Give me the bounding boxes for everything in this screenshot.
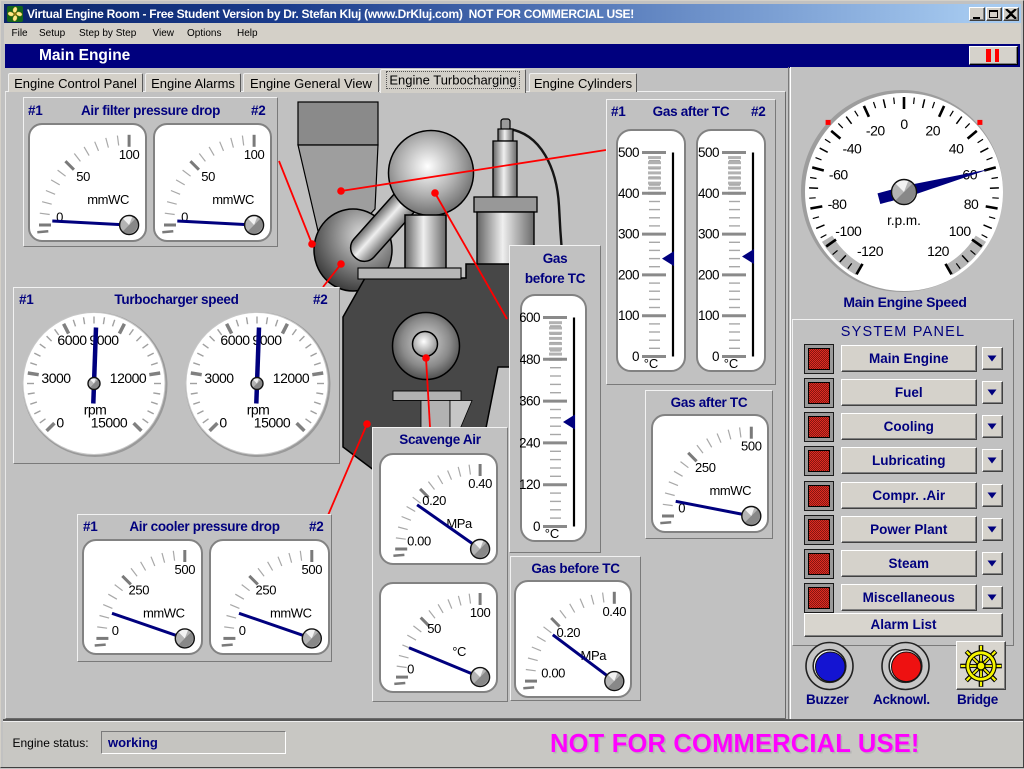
svg-text:0: 0 xyxy=(111,623,118,638)
svg-text:480: 480 xyxy=(520,351,540,366)
svg-text:0: 0 xyxy=(533,519,540,534)
svg-text:-120: -120 xyxy=(857,243,884,259)
svg-text:-60: -60 xyxy=(829,166,848,182)
svg-text:0: 0 xyxy=(219,415,227,431)
svg-text:0: 0 xyxy=(239,623,246,638)
svg-text:°C: °C xyxy=(644,356,659,371)
svg-text:15000: 15000 xyxy=(254,415,291,431)
svg-text:500: 500 xyxy=(618,145,639,160)
svg-text:100: 100 xyxy=(470,605,491,620)
svg-text:500: 500 xyxy=(302,562,323,577)
svg-text:300: 300 xyxy=(618,226,639,241)
svg-text:°C: °C xyxy=(452,644,466,659)
svg-text:0.20: 0.20 xyxy=(422,493,446,508)
svg-text:200: 200 xyxy=(618,267,639,282)
svg-text:0: 0 xyxy=(900,116,908,132)
svg-text:250: 250 xyxy=(128,582,149,597)
svg-text:mmWC: mmWC xyxy=(270,605,312,620)
svg-text:200: 200 xyxy=(698,267,719,282)
svg-text:80: 80 xyxy=(964,196,979,212)
svg-text:6000: 6000 xyxy=(220,332,250,348)
svg-text:0.40: 0.40 xyxy=(602,604,626,619)
svg-text:-40: -40 xyxy=(843,140,862,156)
svg-text:mmWC: mmWC xyxy=(212,192,254,207)
svg-text:500: 500 xyxy=(174,562,195,577)
svg-text:50: 50 xyxy=(201,169,215,184)
svg-text:0.00: 0.00 xyxy=(407,534,431,549)
svg-text:120: 120 xyxy=(927,243,950,259)
svg-text:600: 600 xyxy=(520,310,540,325)
svg-text:r.p.m.: r.p.m. xyxy=(887,213,921,228)
svg-text:MPa: MPa xyxy=(581,648,608,663)
svg-text:0: 0 xyxy=(407,662,414,677)
svg-text:100: 100 xyxy=(949,223,972,239)
svg-text:-100: -100 xyxy=(835,223,862,239)
svg-text:12000: 12000 xyxy=(110,370,147,386)
svg-text:0: 0 xyxy=(712,349,719,364)
svg-text:6000: 6000 xyxy=(57,332,87,348)
svg-text:100: 100 xyxy=(618,308,639,323)
svg-text:3000: 3000 xyxy=(41,370,71,386)
svg-text:100: 100 xyxy=(118,146,139,161)
svg-text:50: 50 xyxy=(427,621,441,636)
svg-text:0.40: 0.40 xyxy=(468,476,492,491)
svg-text:12000: 12000 xyxy=(273,370,310,386)
svg-text:300: 300 xyxy=(698,226,719,241)
svg-text:0: 0 xyxy=(56,415,64,431)
svg-text:50: 50 xyxy=(76,169,90,184)
svg-text:mmWC: mmWC xyxy=(87,192,129,207)
svg-text:0.00: 0.00 xyxy=(541,666,565,681)
svg-text:°C: °C xyxy=(724,356,739,371)
svg-text:40: 40 xyxy=(949,140,964,156)
svg-text:500: 500 xyxy=(741,439,762,454)
svg-text:250: 250 xyxy=(256,582,277,597)
svg-text:°C: °C xyxy=(545,526,560,541)
svg-text:500: 500 xyxy=(698,145,719,160)
svg-text:0.20: 0.20 xyxy=(556,625,580,640)
svg-text:250: 250 xyxy=(695,460,716,475)
svg-text:-20: -20 xyxy=(866,122,885,138)
svg-text:240: 240 xyxy=(520,435,540,450)
svg-text:400: 400 xyxy=(618,185,639,200)
svg-text:3000: 3000 xyxy=(204,370,234,386)
svg-text:0: 0 xyxy=(632,349,639,364)
svg-text:-80: -80 xyxy=(828,196,847,212)
svg-text:120: 120 xyxy=(520,477,540,492)
svg-text:360: 360 xyxy=(520,393,540,408)
svg-text:mmWC: mmWC xyxy=(709,483,751,498)
svg-text:100: 100 xyxy=(244,146,265,161)
svg-text:400: 400 xyxy=(698,185,719,200)
svg-text:20: 20 xyxy=(925,122,940,138)
svg-text:15000: 15000 xyxy=(91,415,128,431)
svg-text:mmWC: mmWC xyxy=(142,605,184,620)
svg-text:100: 100 xyxy=(698,308,719,323)
